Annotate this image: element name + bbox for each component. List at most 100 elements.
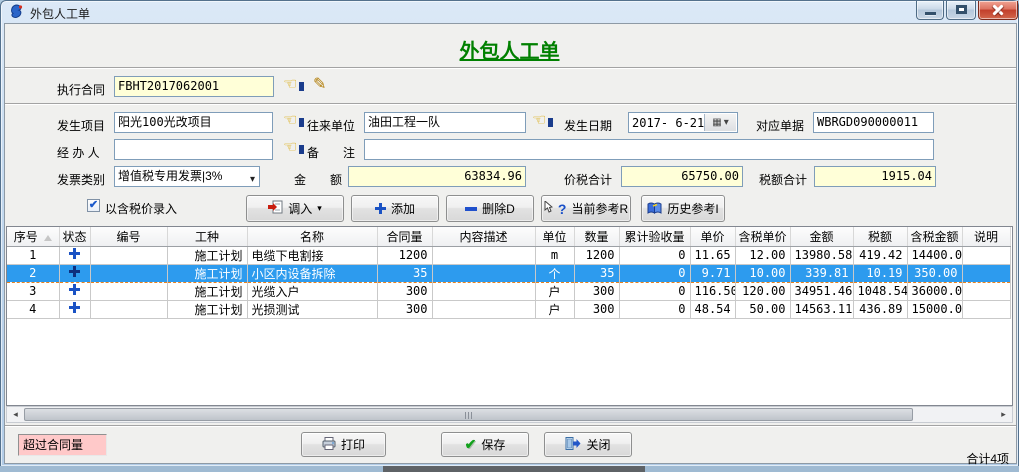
table-cell[interactable] <box>962 264 1010 282</box>
table-cell[interactable]: 419.42 <box>853 246 907 264</box>
table-cell[interactable]: 13980.58 <box>790 246 853 264</box>
table-cell[interactable]: 2 <box>7 264 59 282</box>
table-cell[interactable]: 光损测试 <box>247 300 377 318</box>
table-cell[interactable]: 0 <box>619 282 690 300</box>
table-cell[interactable]: 36000.00 <box>907 282 962 300</box>
table-cell[interactable]: 10.00 <box>735 264 790 282</box>
table-cell[interactable]: 11.65 <box>690 246 735 264</box>
table-row[interactable]: 4施工计划光损测试300户300048.5450.0014563.11436.8… <box>7 300 1010 318</box>
table-cell[interactable]: 15000.00 <box>907 300 962 318</box>
column-header-2[interactable]: 状态 <box>59 227 90 246</box>
column-header-13[interactable]: 金额 <box>790 227 853 246</box>
contract-picker-hand-icon[interactable]: ☜ <box>283 76 305 96</box>
horizontal-scrollbar[interactable]: ◂ ▸ <box>6 406 1013 423</box>
table-cell[interactable] <box>90 246 167 264</box>
table-cell[interactable] <box>432 264 535 282</box>
table-cell[interactable]: 户 <box>535 282 574 300</box>
table-cell[interactable]: 300 <box>377 300 432 318</box>
table-cell[interactable] <box>59 246 90 264</box>
scrollbar-thumb[interactable] <box>24 408 913 421</box>
table-cell[interactable]: 34951.46 <box>790 282 853 300</box>
table-cell[interactable]: 300 <box>574 300 619 318</box>
ref-doc-input[interactable]: WBRGD090000011 <box>813 112 934 133</box>
table-cell[interactable] <box>432 300 535 318</box>
contract-input[interactable]: FBHT2017062001 <box>114 76 274 97</box>
table-cell[interactable] <box>432 246 535 264</box>
table-cell[interactable]: 339.81 <box>790 264 853 282</box>
column-header-4[interactable]: 工种 <box>167 227 247 246</box>
table-cell[interactable]: 小区内设备拆除 <box>247 264 377 282</box>
table-cell[interactable] <box>90 300 167 318</box>
table-cell[interactable]: 14563.11 <box>790 300 853 318</box>
column-header-12[interactable]: 含税单价 <box>735 227 790 246</box>
table-cell[interactable]: 12.00 <box>735 246 790 264</box>
table-row[interactable]: 1施工计划电缆下电割接1200m1200011.6512.0013980.584… <box>7 246 1010 264</box>
close-window-button[interactable] <box>978 1 1018 20</box>
column-header-11[interactable]: 单价 <box>690 227 735 246</box>
table-cell[interactable]: 个 <box>535 264 574 282</box>
column-header-16[interactable]: 说明 <box>962 227 1010 246</box>
table-cell[interactable] <box>962 246 1010 264</box>
table-cell[interactable] <box>962 300 1010 318</box>
column-header-7[interactable]: 内容描述 <box>432 227 535 246</box>
table-cell[interactable]: 施工计划 <box>167 246 247 264</box>
table-cell[interactable]: 电缆下电割接 <box>247 246 377 264</box>
close-button[interactable]: 关闭 <box>544 432 632 457</box>
table-cell[interactable]: 0 <box>619 246 690 264</box>
table-cell[interactable] <box>90 264 167 282</box>
table-cell[interactable]: 1 <box>7 246 59 264</box>
calendar-dropdown-button[interactable]: ▦ ▾ <box>704 114 736 131</box>
tax-included-checkbox[interactable]: ✔ <box>87 199 100 212</box>
table-cell[interactable] <box>432 282 535 300</box>
delete-button[interactable]: 删除D <box>446 195 534 222</box>
partner-picker-hand-icon[interactable]: ☜ <box>532 112 554 132</box>
table-cell[interactable]: 50.00 <box>735 300 790 318</box>
column-header-9[interactable]: 数量 <box>574 227 619 246</box>
table-cell[interactable]: 户 <box>535 300 574 318</box>
column-header-14[interactable]: 税额 <box>853 227 907 246</box>
table-cell[interactable]: 436.89 <box>853 300 907 318</box>
table-cell[interactable]: 光缆入户 <box>247 282 377 300</box>
table-cell[interactable]: 48.54 <box>690 300 735 318</box>
edit-pencil-icon[interactable]: ✎ <box>313 74 326 94</box>
table-cell[interactable]: m <box>535 246 574 264</box>
minimize-button[interactable] <box>916 1 944 20</box>
column-header-3[interactable]: 编号 <box>90 227 167 246</box>
table-cell[interactable]: 4 <box>7 300 59 318</box>
table-cell[interactable]: 116.50 <box>690 282 735 300</box>
table-cell[interactable]: 1200 <box>377 246 432 264</box>
date-picker[interactable]: 2017- 6-21 ▦ ▾ <box>628 112 738 133</box>
table-cell[interactable]: 14400.00 <box>907 246 962 264</box>
project-input[interactable]: 阳光100光改项目 <box>114 112 273 133</box>
table-cell[interactable]: 3 <box>7 282 59 300</box>
table-row[interactable]: 2施工计划小区内设备拆除35个3509.7110.00339.8110.1935… <box>7 264 1010 282</box>
column-header-10[interactable]: 累计验收量 <box>619 227 690 246</box>
column-header-15[interactable]: 含税金额 <box>907 227 962 246</box>
table-cell[interactable] <box>962 282 1010 300</box>
project-picker-hand-icon[interactable]: ☜ <box>283 112 305 132</box>
handler-picker-hand-icon[interactable]: ☜ <box>283 139 305 159</box>
invoice-type-select[interactable]: 增值税专用发票|3% ▾ <box>114 166 260 187</box>
save-button[interactable]: ✔ 保存 <box>441 432 529 457</box>
column-header-6[interactable]: 合同量 <box>377 227 432 246</box>
table-cell[interactable]: 350.00 <box>907 264 962 282</box>
import-button[interactable]: 调入 ▾ <box>246 195 344 222</box>
column-header-1[interactable]: 序号 <box>7 227 59 246</box>
add-button[interactable]: 添加 <box>351 195 439 222</box>
table-cell[interactable]: 1048.54 <box>853 282 907 300</box>
table-cell[interactable] <box>59 282 90 300</box>
remark-input[interactable] <box>364 139 934 160</box>
history-reference-button[interactable]: 历史参考I <box>641 195 725 222</box>
table-cell[interactable] <box>59 300 90 318</box>
table-cell[interactable]: 1200 <box>574 246 619 264</box>
print-button[interactable]: 打印 <box>301 432 386 457</box>
table-cell[interactable]: 35 <box>377 264 432 282</box>
scroll-right-icon[interactable]: ▸ <box>995 407 1012 422</box>
table-row[interactable]: 3施工计划光缆入户300户3000116.50120.0034951.46104… <box>7 282 1010 300</box>
table-cell[interactable]: 施工计划 <box>167 264 247 282</box>
table-cell[interactable]: 0 <box>619 264 690 282</box>
table-cell[interactable]: 120.00 <box>735 282 790 300</box>
current-reference-button[interactable]: ? 当前参考R <box>541 195 631 222</box>
maximize-button[interactable] <box>946 1 976 20</box>
table-cell[interactable]: 施工计划 <box>167 300 247 318</box>
